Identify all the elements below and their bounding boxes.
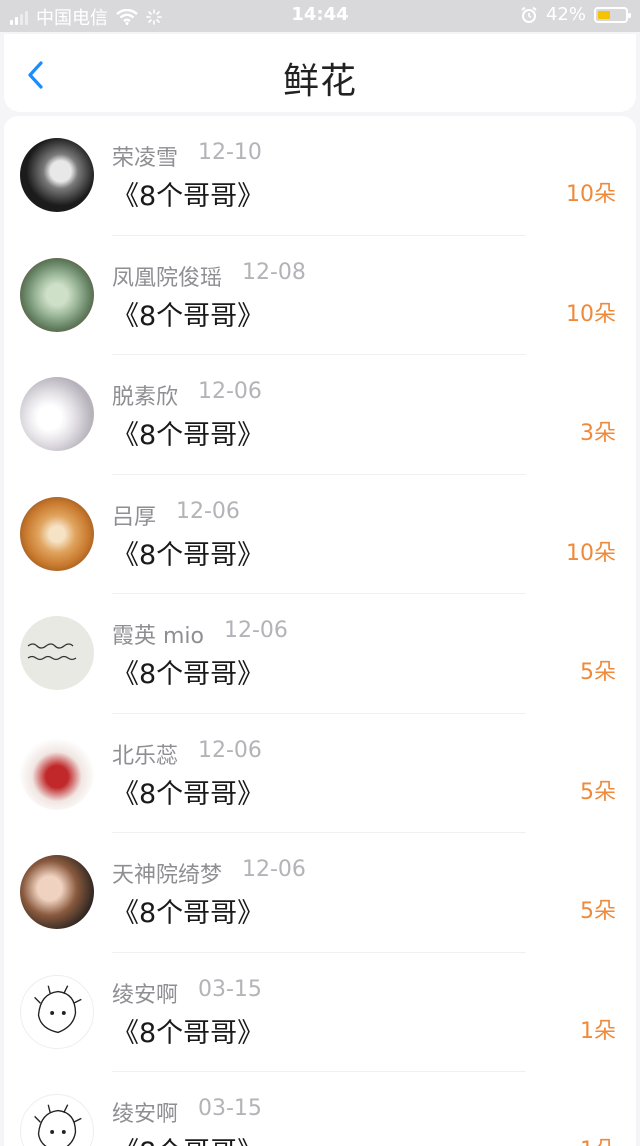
list-item[interactable]: 吕厚 12-06 《8个哥哥》 10朵 <box>4 475 636 594</box>
user-name: 绫安啊 <box>112 1102 179 1127</box>
page-title: 鲜花 <box>282 61 357 102</box>
user-name: 霞英 mio <box>112 624 204 649</box>
avatar[interactable] <box>20 377 94 451</box>
status-bar: 中国电信 14:44 42% <box>0 0 640 32</box>
avatar[interactable] <box>20 496 94 571</box>
book-title: 《8个哥哥》 <box>112 181 265 212</box>
user-name: 吕厚 <box>112 504 157 530</box>
flower-count: 5朵 <box>580 660 616 685</box>
flower-count: 10朵 <box>566 182 616 207</box>
book-title: 《8个哥哥》 <box>112 659 265 690</box>
avatar[interactable] <box>20 616 94 690</box>
gift-date: 12-06 <box>224 618 288 643</box>
nav-bar: 鲜花 <box>4 34 636 112</box>
flower-count: 5朵 <box>580 899 616 924</box>
gift-date: 12-06 <box>198 379 262 404</box>
gift-date: 12-06 <box>198 737 262 763</box>
book-title: 《8个哥哥》 <box>112 898 265 929</box>
alarm-icon <box>521 6 537 23</box>
flower-count: 5朵 <box>580 779 616 805</box>
gift-date: 12-10 <box>198 140 262 165</box>
user-name: 绫安啊 <box>112 982 179 1008</box>
user-name: 天神院绮梦 <box>112 863 223 888</box>
book-title: 《8个哥哥》 <box>112 1130 264 1146</box>
flower-count: 10朵 <box>566 540 616 566</box>
gift-date: 12-08 <box>242 259 306 285</box>
flower-count: 1朵 <box>580 1018 616 1044</box>
book-title: 《8个哥哥》 <box>112 778 265 810</box>
gift-list: 荣凌雪 12-10 《8个哥哥》 10朵 凤凰院俊瑶 12-08 《8个哥哥》 … <box>4 116 636 1146</box>
status-right: 42% <box>520 4 631 25</box>
list-item[interactable]: 脱素欣 12-06 《8个哥哥》 3朵 <box>4 355 636 475</box>
list-item[interactable]: 北乐蕊 12-06 《8个哥哥》 5朵 <box>4 714 636 833</box>
avatar[interactable] <box>20 855 94 929</box>
book-title: 《8个哥哥》 <box>112 1017 265 1049</box>
book-title: 《8个哥哥》 <box>112 420 265 451</box>
user-name: 荣凌雪 <box>112 146 179 171</box>
flower-count: 10朵 <box>566 301 616 327</box>
avatar[interactable] <box>20 974 94 1049</box>
avatar[interactable] <box>20 257 94 332</box>
battery-icon <box>594 6 631 23</box>
battery-percent: 42% <box>545 4 586 25</box>
flower-count: 3朵 <box>580 421 616 446</box>
gift-date: 03-15 <box>198 1096 262 1121</box>
list-item[interactable]: 绫安啊 03-15 《8个哥哥》 1朵 <box>4 1072 636 1146</box>
gift-date: 12-06 <box>176 498 240 524</box>
flower-count: 1朵 <box>580 1132 616 1146</box>
book-title: 《8个哥哥》 <box>112 539 265 571</box>
list-item[interactable]: 绫安啊 03-15 《8个哥哥》 1朵 <box>4 953 636 1072</box>
avatar[interactable] <box>20 138 94 212</box>
gift-date: 03-15 <box>198 976 262 1002</box>
list-item[interactable]: 天神院绮梦 12-06 《8个哥哥》 5朵 <box>4 833 636 953</box>
list-item[interactable]: 荣凌雪 12-10 《8个哥哥》 10朵 <box>4 116 636 236</box>
user-name: 凤凰院俊瑶 <box>112 265 223 291</box>
book-title: 《8个哥哥》 <box>112 300 265 332</box>
list-item[interactable]: 霞英 mio 12-06 《8个哥哥》 5朵 <box>4 594 636 714</box>
list-item[interactable]: 凤凰院俊瑶 12-08 《8个哥哥》 10朵 <box>4 236 636 355</box>
gift-date: 12-06 <box>242 857 306 882</box>
user-name: 北乐蕊 <box>112 743 179 769</box>
avatar[interactable] <box>20 735 94 810</box>
avatar[interactable] <box>20 1094 94 1146</box>
user-name: 脱素欣 <box>112 385 179 410</box>
